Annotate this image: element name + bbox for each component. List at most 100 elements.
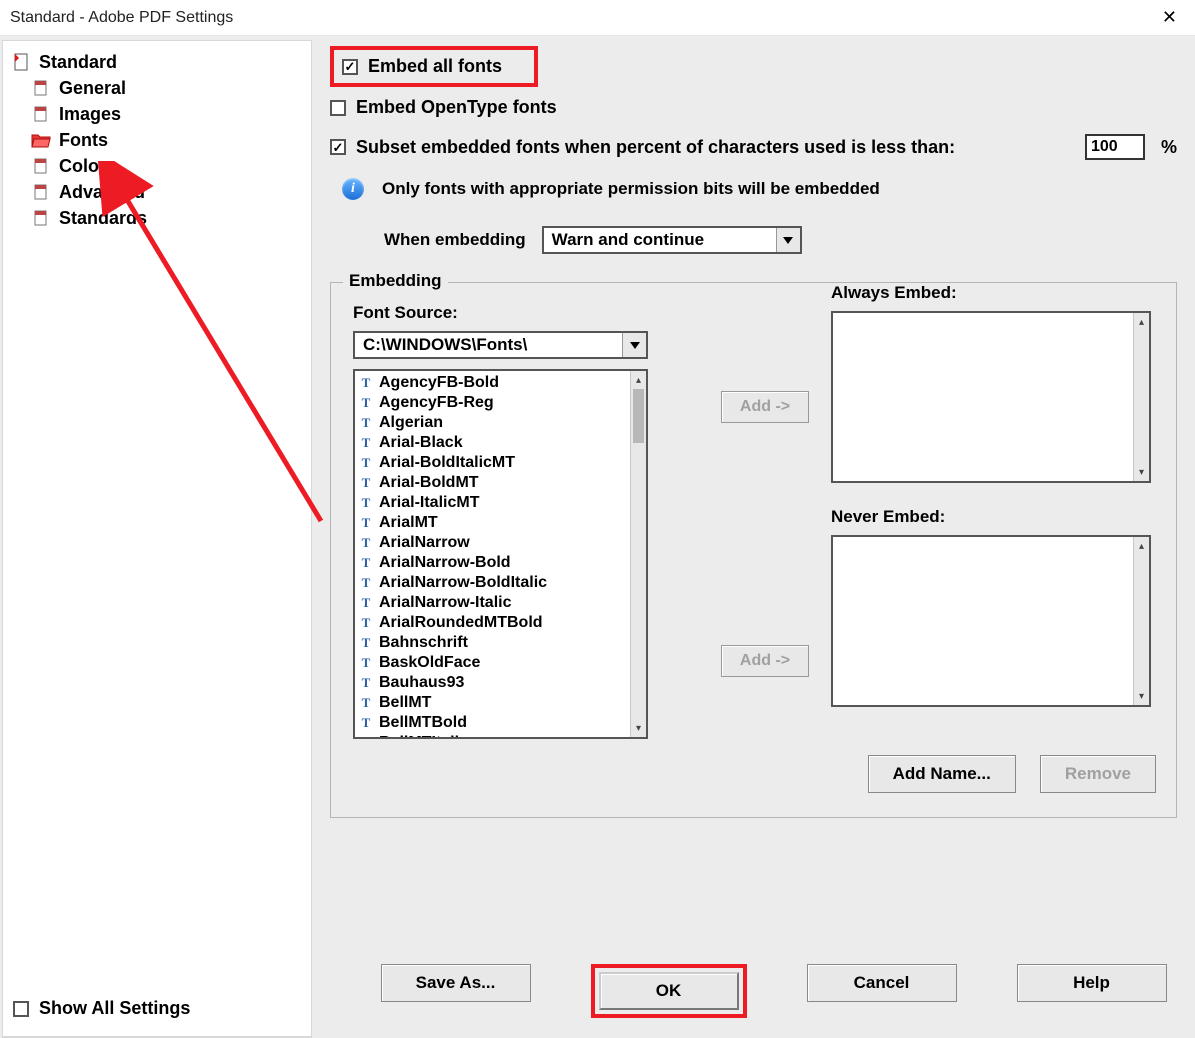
page-icon — [31, 183, 51, 201]
font-list-item[interactable]: TBellMTBold — [355, 713, 630, 733]
scroll-down-icon[interactable]: ▾ — [631, 719, 646, 737]
font-list-item[interactable]: TAgencyFB-Bold — [355, 373, 630, 393]
cancel-button[interactable]: Cancel — [807, 964, 957, 1002]
truetype-icon: T — [359, 653, 373, 673]
font-list-item[interactable]: TArial-Black — [355, 433, 630, 453]
font-list-item[interactable]: T BaskOldFace — [355, 653, 630, 673]
truetype-icon: T — [359, 473, 373, 493]
remove-button[interactable]: Remove — [1040, 755, 1156, 793]
embed-opentype-checkbox[interactable] — [330, 100, 346, 116]
add-to-always-button[interactable]: Add -> — [721, 391, 809, 423]
font-name: Arial-Black — [379, 433, 463, 453]
font-name: Algerian — [379, 413, 443, 433]
embed-opentype-label: Embed OpenType fonts — [356, 97, 557, 118]
pdf-icon — [13, 53, 31, 71]
ok-button[interactable]: OK — [599, 972, 739, 1010]
truetype-icon: T — [359, 633, 373, 653]
subset-checkbox[interactable] — [330, 139, 346, 155]
chevron-down-icon[interactable] — [622, 333, 646, 357]
show-all-settings[interactable]: Show All Settings — [13, 998, 190, 1019]
tree-item-standards[interactable]: Standards — [9, 205, 305, 231]
percent-sign: % — [1161, 137, 1177, 158]
help-button[interactable]: Help — [1017, 964, 1167, 1002]
font-name: ArialNarrow-Bold — [379, 553, 511, 573]
truetype-icon: T — [359, 573, 373, 593]
font-list-item[interactable]: TArialNarrow-Bold — [355, 553, 630, 573]
tree-item-label: Color — [59, 155, 106, 177]
always-embed-label: Always Embed: — [831, 283, 1158, 303]
window-title: Standard - Adobe PDF Settings — [10, 9, 233, 27]
font-name: BellMTItalic — [379, 733, 468, 737]
window-body: Standard GeneralImagesFonts ColorAdvanced… — [0, 36, 1195, 1038]
font-name: ArialMT — [379, 513, 438, 533]
font-list[interactable]: TAgencyFB-BoldTAgencyFB-RegTAlgerianTAri… — [353, 369, 648, 739]
font-name: ArialNarrow-Italic — [379, 593, 511, 613]
tree-item-color[interactable]: Color — [9, 153, 305, 179]
font-source-combo[interactable]: C:\WINDOWS\Fonts\ — [353, 331, 648, 359]
scroll-up-icon[interactable]: ▴ — [1134, 537, 1149, 555]
tree-item-fonts[interactable]: Fonts — [9, 127, 305, 153]
font-list-item[interactable]: TArialRoundedMTBold — [355, 613, 630, 633]
font-list-item[interactable]: TArial-BoldItalicMT — [355, 453, 630, 473]
always-embed-list[interactable]: ▴ ▾ — [831, 311, 1151, 483]
embed-all-checkbox[interactable] — [342, 59, 358, 75]
font-list-item[interactable]: TArialMT — [355, 513, 630, 533]
tree-item-label: Fonts — [59, 129, 108, 151]
font-source-label: Font Source: — [353, 303, 703, 323]
truetype-icon: T — [359, 613, 373, 633]
tree-item-advanced[interactable]: Advanced — [9, 179, 305, 205]
font-list-item[interactable]: TArialNarrow-Italic — [355, 593, 630, 613]
embedding-fieldset: Embedding Font Source: C:\WINDOWS\Fonts\… — [330, 282, 1177, 818]
font-list-item[interactable]: TArial-ItalicMT — [355, 493, 630, 513]
when-embedding-label: When embedding — [384, 230, 526, 250]
scroll-up-icon[interactable]: ▴ — [1134, 313, 1149, 331]
tree-item-images[interactable]: Images — [9, 101, 305, 127]
truetype-icon: T — [359, 533, 373, 553]
font-name: ArialNarrow — [379, 533, 470, 553]
font-list-item[interactable]: T BellMT — [355, 693, 630, 713]
font-name: BellMT — [379, 693, 431, 713]
scroll-up-icon[interactable]: ▴ — [631, 371, 646, 389]
sidebar: Standard GeneralImagesFonts ColorAdvanced… — [2, 40, 312, 1038]
show-all-checkbox[interactable] — [13, 1001, 29, 1017]
font-source-value: C:\WINDOWS\Fonts\ — [355, 333, 622, 357]
add-to-never-button[interactable]: Add -> — [721, 645, 809, 677]
never-embed-list[interactable]: ▴ ▾ — [831, 535, 1151, 707]
scrollbar[interactable]: ▴ ▾ — [1133, 313, 1149, 481]
subset-percent-input[interactable] — [1085, 134, 1145, 160]
page-icon — [31, 209, 51, 227]
embed-all-label: Embed all fonts — [368, 56, 502, 77]
tree-item-label: Standards — [59, 207, 147, 229]
when-embedding-value: Warn and continue — [544, 228, 776, 252]
scrollbar[interactable]: ▴ ▾ — [630, 371, 646, 737]
add-name-button[interactable]: Add Name... — [868, 755, 1016, 793]
truetype-icon: T — [359, 493, 373, 513]
font-list-item[interactable]: TAgencyFB-Reg — [355, 393, 630, 413]
font-list-item[interactable]: T BellMTItalic — [355, 733, 630, 737]
font-list-item[interactable]: TArialNarrow-BoldItalic — [355, 573, 630, 593]
scroll-down-icon[interactable]: ▾ — [1134, 687, 1149, 705]
font-list-item[interactable]: T ArialNarrow — [355, 533, 630, 553]
save-as-button[interactable]: Save As... — [381, 964, 531, 1002]
tree-root-label: Standard — [39, 51, 117, 73]
tree-item-general[interactable]: General — [9, 75, 305, 101]
truetype-icon: T — [359, 693, 373, 713]
truetype-icon: T — [359, 373, 373, 393]
settings-tree: Standard GeneralImagesFonts ColorAdvanced… — [3, 41, 311, 1037]
font-name: AgencyFB-Reg — [379, 393, 494, 413]
chevron-down-icon[interactable] — [776, 228, 800, 252]
truetype-icon: T — [359, 733, 373, 737]
when-embedding-combo[interactable]: Warn and continue — [542, 226, 802, 254]
scroll-thumb[interactable] — [633, 389, 644, 443]
font-list-item[interactable]: TArial-BoldMT — [355, 473, 630, 493]
never-embed-label: Never Embed: — [831, 507, 1158, 527]
font-list-item[interactable]: TBahnschrift — [355, 633, 630, 653]
scroll-down-icon[interactable]: ▾ — [1134, 463, 1149, 481]
font-list-item[interactable]: TBauhaus93 — [355, 673, 630, 693]
tree-root-standard[interactable]: Standard — [9, 49, 305, 75]
scrollbar[interactable]: ▴ ▾ — [1133, 537, 1149, 705]
font-list-item[interactable]: TAlgerian — [355, 413, 630, 433]
font-name: BaskOldFace — [379, 653, 480, 673]
truetype-icon: T — [359, 673, 373, 693]
close-icon[interactable]: ✕ — [1154, 5, 1185, 30]
